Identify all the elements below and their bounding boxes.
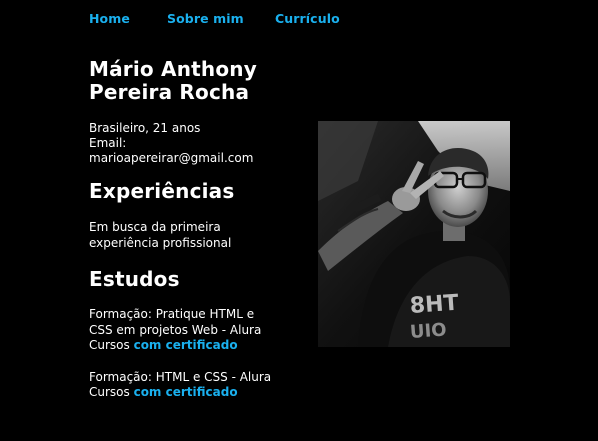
studies-heading: Estudos	[89, 267, 180, 291]
study-item-line-2: CSS em projetos Web - Alura	[89, 322, 262, 337]
experience-text: Em busca da primeira experiência profiss…	[89, 220, 289, 251]
profile-photo-image: 8HT UIO	[318, 121, 510, 347]
certificate-link[interactable]: com certificado	[134, 385, 238, 399]
nav-about-link[interactable]: Sobre mim	[167, 11, 275, 26]
experience-text-line-1: Em busca da primeira	[89, 220, 221, 234]
experience-text-line-2: experiência profissional	[89, 235, 232, 250]
study-item-course-line: Cursos com certificado	[89, 338, 289, 354]
study-item-prefix: Cursos	[89, 385, 134, 399]
main-content: Mário Anthony Pereira Rocha Brasileiro, …	[89, 58, 289, 401]
study-item-line-1: Formação: Pratique HTML e	[89, 307, 255, 321]
nationality-age: Brasileiro, 21 anos	[89, 121, 201, 135]
email-label: Email:	[89, 136, 127, 150]
name-line-1: Mário Anthony	[89, 57, 257, 81]
svg-text:8HT: 8HT	[409, 291, 459, 319]
experience-heading: Experiências	[89, 179, 235, 203]
study-item-prefix: Cursos	[89, 338, 134, 352]
email-address: marioapereirar@gmail.com	[89, 151, 254, 165]
study-item-line-1: Formação: HTML e CSS - Alura	[89, 369, 272, 384]
nav-resume-link[interactable]: Currículo	[275, 11, 340, 26]
nav-home-link[interactable]: Home	[89, 11, 167, 26]
study-item: Formação: Pratique HTML e CSS em projeto…	[89, 307, 289, 354]
svg-text:UIO: UIO	[409, 319, 447, 343]
name-line-2: Pereira Rocha	[89, 80, 250, 104]
profile-photo: 8HT UIO	[318, 121, 510, 347]
study-item-course-line: Cursos com certificado	[89, 385, 289, 401]
study-item: Formação: HTML e CSS - Alura Cursos com …	[89, 370, 289, 401]
page-title: Mário Anthony Pereira Rocha	[89, 58, 289, 104]
top-nav: Home Sobre mim Currículo	[89, 11, 340, 26]
certificate-link[interactable]: com certificado	[134, 338, 238, 352]
personal-info: Brasileiro, 21 anos Email: marioapereira…	[89, 121, 289, 166]
